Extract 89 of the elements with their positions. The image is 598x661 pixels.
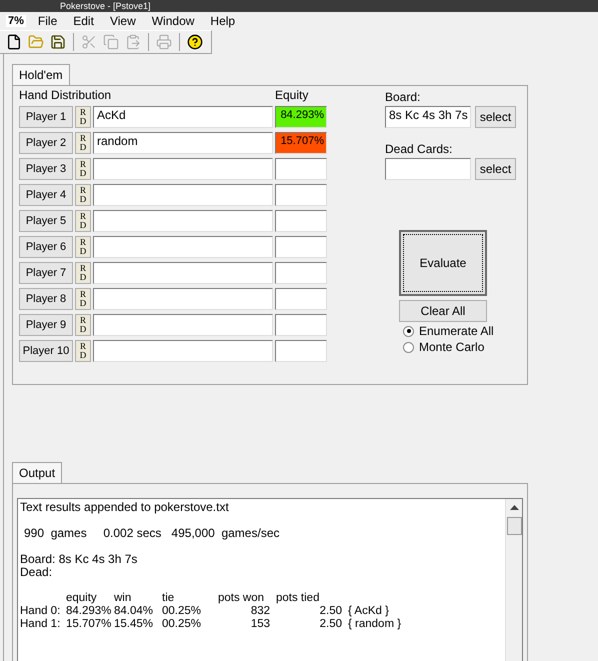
output-line: Dead: (20, 566, 54, 579)
table-cell-text: 84.04% (114, 605, 154, 618)
player-button[interactable]: Player 1 (19, 106, 73, 128)
column-header: pots won (218, 592, 266, 605)
hand-input-field[interactable] (93, 236, 273, 258)
equity-field (275, 314, 327, 336)
hand-input-field[interactable] (93, 158, 273, 180)
evaluate-button[interactable]: Evaluate (399, 230, 487, 296)
hand-input-field[interactable] (93, 314, 273, 336)
player-button[interactable]: Player 10 (19, 340, 73, 362)
player-button[interactable]: Player 8 (19, 288, 73, 310)
menu-item[interactable]: Window (144, 14, 202, 28)
table-cell-text: 15.45% (114, 618, 154, 631)
table-cell-text: 153 (250, 618, 271, 631)
hand-input-field[interactable]: AcKd (93, 106, 273, 128)
table-cell-text: 2.50 (318, 618, 343, 631)
window-title: Pokerstove - [Pstove1] (0, 0, 598, 12)
column-header: Equity (275, 88, 310, 102)
equity-field: 15.707% (275, 132, 327, 154)
table-cell-text: 832 (250, 605, 271, 618)
player-button[interactable]: Player 4 (19, 184, 73, 206)
clear-all-button[interactable]: Clear All (399, 300, 487, 322)
column-header: pots tied (276, 592, 320, 605)
random-dead-button[interactable]: R D (75, 158, 91, 180)
tab[interactable]: Hold'em (12, 64, 70, 85)
random-dead-button[interactable]: R D (75, 106, 91, 128)
equity-field (275, 158, 327, 180)
random-dead-button[interactable]: R D (75, 184, 91, 206)
equity-field (275, 210, 327, 232)
radio-option[interactable]: Enumerate All (403, 324, 516, 338)
board-label: Board: (385, 90, 422, 104)
menu-item[interactable]: File (30, 14, 66, 28)
table-cell-text: { random } (348, 618, 402, 631)
menu-item[interactable]: View (102, 14, 144, 28)
column-header: equity (66, 592, 98, 605)
random-dead-button[interactable]: R D (75, 314, 91, 336)
random-dead-button[interactable]: R D (75, 262, 91, 284)
scroll-up-icon[interactable] (510, 505, 518, 511)
select-button[interactable]: select (475, 106, 516, 128)
radio-option[interactable]: Monte Carlo (403, 340, 516, 354)
equity-field (275, 236, 327, 258)
random-dead-button[interactable]: R D (75, 236, 91, 258)
table-cell-text: 00.25% (162, 605, 202, 618)
table-cell-text: 2.50 (318, 605, 343, 618)
table-cell-text: { AcKd } (348, 605, 390, 618)
player-button[interactable]: Player 7 (19, 262, 73, 284)
output-line: Board: 8s Kc 4s 3h 7s (20, 553, 138, 566)
player-button[interactable]: Player 3 (19, 158, 73, 180)
column-header: Hand Distribution (19, 88, 112, 102)
equity-field (275, 184, 327, 206)
output-line: 990 games 0.002 secs 495,000 games/sec (23, 527, 280, 540)
app-icon[interactable]: 7% (6, 15, 26, 27)
hand-input-field[interactable] (93, 262, 273, 284)
table-cell-text: Hand 1: (20, 618, 62, 631)
random-dead-button[interactable]: R D (75, 132, 91, 154)
tab[interactable]: Output (12, 462, 62, 483)
hand-input-field[interactable] (93, 210, 273, 232)
dead-cards-label: Dead Cards: (385, 142, 454, 156)
menu-item[interactable]: Edit (65, 14, 102, 28)
scrollbar-thumb[interactable] (506, 517, 522, 535)
menu-item[interactable]: Help (202, 14, 244, 28)
player-button[interactable]: Player 2 (19, 132, 73, 154)
table-cell-text: Hand 0: (20, 605, 62, 618)
column-header: tie (162, 592, 176, 605)
hand-input-field[interactable]: random (93, 132, 273, 154)
output-line: Text results appended to pokerstove.txt (20, 501, 230, 514)
equity-field (275, 340, 327, 362)
player-button[interactable]: Player 9 (19, 314, 73, 336)
radio-button[interactable] (403, 342, 414, 352)
random-dead-button[interactable]: R D (75, 340, 91, 362)
player-button[interactable]: Player 6 (19, 236, 73, 258)
radio-button[interactable] (403, 326, 414, 336)
table-cell-text: 15.707% (66, 618, 112, 631)
dead-cards-input-field[interactable] (385, 158, 471, 180)
player-button[interactable]: Player 5 (19, 210, 73, 232)
hand-input-field[interactable] (93, 184, 273, 206)
equity-field (275, 288, 327, 310)
board-input-field[interactable]: 8s Kc 4s 3h 7s (385, 106, 471, 128)
hand-input-field[interactable] (93, 288, 273, 310)
help-icon[interactable] (185, 32, 205, 52)
select-button[interactable]: select (475, 158, 516, 180)
random-dead-button[interactable]: R D (75, 288, 91, 310)
random-dead-button[interactable]: R D (75, 210, 91, 232)
table-cell-text: 00.25% (162, 618, 202, 631)
equity-field (275, 262, 327, 284)
hand-input-field[interactable] (93, 340, 273, 362)
table-cell-text: 84.293% (66, 605, 112, 618)
column-header: win (114, 592, 132, 605)
equity-field: 84.293% (275, 106, 327, 128)
